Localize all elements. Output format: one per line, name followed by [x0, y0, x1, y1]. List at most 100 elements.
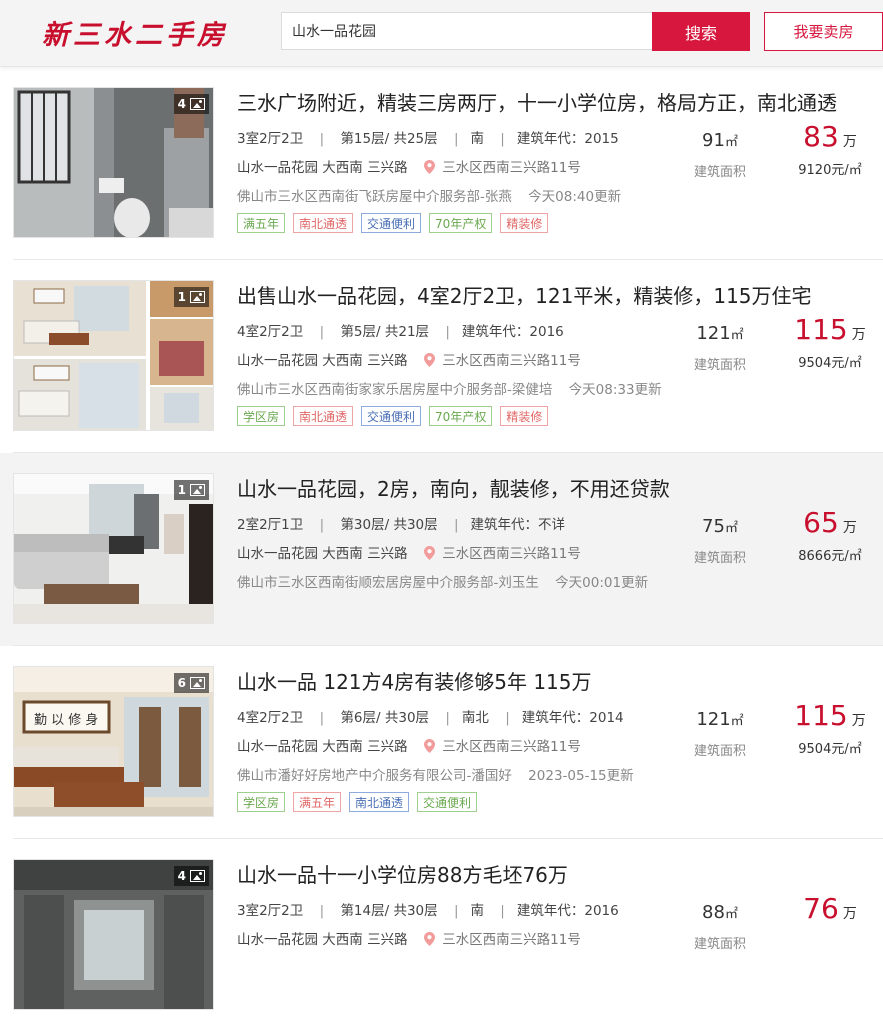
- area-unit: ㎡: [730, 714, 744, 729]
- location-pin-icon: [423, 546, 435, 564]
- photo-count-badge: 6: [173, 673, 209, 693]
- floor-info: 第30层/ 共30层: [340, 517, 438, 533]
- floor-info: 第14层/ 共30层: [340, 903, 438, 919]
- agency-info: 佛山市三水区西南街飞跃房屋中介服务部-张燕 今天08:40更新: [237, 185, 621, 205]
- divider: |: [453, 131, 459, 147]
- area-block: 121㎡ 建筑面积: [690, 323, 750, 373]
- build-year: 建筑年代：2015: [516, 131, 619, 147]
- listing-title[interactable]: 出售山水一品花园，4室2厅2卫，121平米，精装修，115万住宅: [237, 281, 837, 311]
- listing-item[interactable]: 1 出售山水一品花园，4室2厅2卫，121平米，精装修，115万住宅 4室2厅2卫…: [0, 260, 883, 453]
- area-block: 121㎡ 建筑面积: [690, 709, 750, 759]
- community-name[interactable]: 山水一品花园 大西南 三兴路: [237, 546, 408, 562]
- orientation: 南: [470, 131, 485, 147]
- orientation: 南: [470, 903, 485, 919]
- area-value: 75: [702, 516, 725, 537]
- area-unit: ㎡: [724, 907, 738, 922]
- photo-count-badge: 1: [173, 480, 209, 500]
- area-unit: ㎡: [730, 328, 744, 343]
- update-time: 2023-05-15更新: [528, 768, 634, 784]
- area-label: 建筑面积: [693, 744, 746, 759]
- listing-title[interactable]: 山水一品 121方4房有装修够5年 115万: [237, 667, 837, 697]
- divider: |: [453, 517, 459, 533]
- listing-photo[interactable]: 1: [13, 473, 214, 624]
- build-year: 建筑年代：不详: [470, 517, 566, 533]
- update-time: 今天08:33更新: [568, 382, 662, 398]
- community-name[interactable]: 山水一品花园 大西南 三兴路: [237, 160, 408, 176]
- listing-item[interactable]: 4 山水一品十一小学位房88方毛坯76万 3室2厅2卫 | 第14层/ 共30层 …: [0, 839, 883, 1032]
- search-button[interactable]: 搜索: [652, 12, 750, 51]
- feature-tag: 70年产权: [429, 406, 493, 426]
- room-layout: 3室2厅2卫: [237, 903, 304, 919]
- road-address: 三水区西南三兴路11号: [442, 739, 581, 755]
- community-name[interactable]: 山水一品花园 大西南 三兴路: [237, 353, 408, 369]
- area-block: 91㎡ 建筑面积: [690, 130, 750, 180]
- agency-info: 佛山市三水区西南街家家乐居房屋中介服务部-梁健培 今天08:33更新: [237, 378, 662, 398]
- site-logo[interactable]: 新三水二手房: [42, 17, 228, 55]
- total-price: 115: [794, 699, 848, 732]
- listing-item[interactable]: 勤 以 修 身 6 山水一品 121方4房有装修够5年 115万 4室2厅2卫 |…: [0, 646, 883, 839]
- unit-price: 8666元/㎡: [798, 549, 862, 564]
- listing-photo[interactable]: 勤 以 修 身 6: [13, 666, 214, 817]
- image-icon: [190, 484, 205, 496]
- feature-tag: 满五年: [237, 213, 286, 233]
- price-block: 83 万 9120元/㎡: [780, 120, 880, 178]
- listing-info: 4室2厅2卫 | 第6层/ 共30层 | 南北 | 建筑年代：2014: [237, 706, 624, 726]
- listing-photo[interactable]: 4: [13, 87, 214, 238]
- listing-photo[interactable]: 1: [13, 280, 214, 431]
- feature-tag: 南北通透: [293, 213, 354, 233]
- area-value: 88: [702, 902, 725, 923]
- feature-tag: 70年产权: [429, 213, 493, 233]
- room-layout: 4室2厅2卫: [237, 710, 304, 726]
- divider: |: [500, 903, 505, 919]
- feature-tag: 满五年: [293, 792, 342, 812]
- community-name[interactable]: 山水一品花园 大西南 三兴路: [237, 739, 408, 755]
- svg-text:勤 以 修 身: 勤 以 修 身: [34, 712, 98, 728]
- divider: |: [319, 710, 325, 726]
- listing-title[interactable]: 山水一品十一小学位房88方毛坯76万: [237, 860, 837, 890]
- feature-tag: 精装修: [500, 213, 549, 233]
- divider: |: [319, 903, 325, 919]
- feature-tag: 交通便利: [361, 213, 422, 233]
- listing-item[interactable]: 1 山水一品花园，2房，南向，靓装修，不用还贷款 2室2厅1卫 | 第30层/ 共…: [0, 453, 883, 646]
- feature-tag: 精装修: [500, 406, 549, 426]
- area-label: 建筑面积: [693, 551, 746, 566]
- community-name[interactable]: 山水一品花园 大西南 三兴路: [237, 932, 408, 948]
- area-value: 121: [696, 709, 731, 730]
- price-unit: 万: [842, 134, 857, 150]
- price-unit: 万: [842, 520, 857, 536]
- divider: |: [319, 131, 325, 147]
- price-block: 65 万 8666元/㎡: [780, 506, 880, 564]
- listing-address: 山水一品花园 大西南 三兴路 三水区西南三兴路11号: [237, 735, 581, 757]
- listing-address: 山水一品花园 大西南 三兴路 三水区西南三兴路11号: [237, 542, 581, 564]
- total-price: 65: [803, 506, 839, 539]
- listing-info: 3室2厅2卫 | 第15层/ 共25层 | 南 | 建筑年代：2015: [237, 127, 619, 147]
- divider: |: [445, 710, 450, 726]
- area-unit: ㎡: [724, 135, 738, 150]
- unit-price: 9120元/㎡: [798, 163, 862, 178]
- price-unit: 万: [851, 327, 866, 343]
- price-block: 115 万 9504元/㎡: [780, 699, 880, 757]
- listing-title[interactable]: 三水广场附近，精装三房两厅，十一小学位房，格局方正，南北通透: [237, 88, 837, 118]
- price-unit: 万: [842, 906, 857, 922]
- photo-count: 4: [177, 97, 186, 111]
- listing-photo[interactable]: 4: [13, 859, 214, 1010]
- location-pin-icon: [423, 160, 435, 178]
- image-icon: [190, 677, 205, 689]
- build-year: 建筑年代：2016: [461, 324, 564, 340]
- photo-count-badge: 1: [173, 287, 209, 307]
- search-input[interactable]: [281, 12, 653, 50]
- image-icon: [190, 291, 205, 303]
- listing-item[interactable]: 4 三水广场附近，精装三房两厅，十一小学位房，格局方正，南北通透 3室2厅2卫 |…: [0, 67, 883, 260]
- feature-tag: 南北通透: [293, 406, 354, 426]
- unit-price: 9504元/㎡: [798, 742, 862, 757]
- top-header: 新三水二手房 搜索 我要卖房: [0, 0, 883, 67]
- sell-house-button[interactable]: 我要卖房: [764, 12, 883, 51]
- divider: |: [453, 903, 459, 919]
- feature-tags: 满五年 南北通透 交通便利 70年产权 精装修: [237, 213, 549, 233]
- listing-info: 3室2厅2卫 | 第14层/ 共30层 | 南 | 建筑年代：2016: [237, 899, 619, 919]
- agency-info: 佛山市三水区西南街顺宏居房屋中介服务部-刘玉生 今天00:01更新: [237, 571, 648, 591]
- room-layout: 4室2厅2卫: [237, 324, 304, 340]
- image-icon: [190, 870, 205, 882]
- road-address: 三水区西南三兴路11号: [442, 546, 581, 562]
- listing-title[interactable]: 山水一品花园，2房，南向，靓装修，不用还贷款: [237, 474, 837, 504]
